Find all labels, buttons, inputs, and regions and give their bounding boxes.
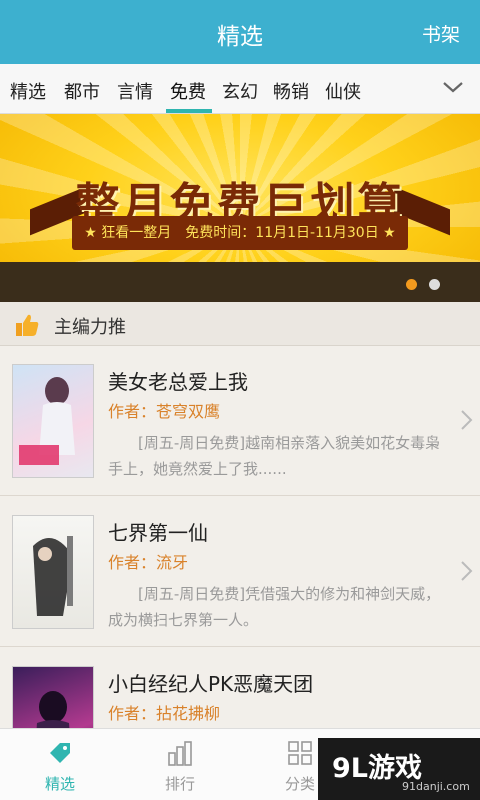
active-tab-indicator	[166, 109, 212, 113]
banner-ribbon-text: ★ 狂看一整月 免费时间：11月1日-11月30日 ★	[84, 225, 396, 241]
nav-label: 排行	[164, 775, 195, 793]
grid-icon	[288, 741, 312, 765]
category-tabs: 精选 都市 言情 免费 玄幻 畅销 仙侠	[0, 64, 480, 114]
section-header: 主编力推	[0, 302, 480, 346]
thumbs-up-icon	[16, 314, 39, 336]
book-description: [周五-周日免费]凭借强大的修为和神剑天威，成为横扫七界第一人。	[108, 585, 441, 629]
list-item[interactable]: 七界第一仙 作者：流牙 [周五-周日免费]凭借强大的修为和神剑天威，成为横扫七界…	[0, 497, 480, 647]
bar-chart-icon	[168, 741, 192, 766]
watermark-domain: 91danji.com	[402, 780, 470, 793]
tab-yanqing[interactable]: 言情	[117, 78, 153, 104]
page-title: 精选	[217, 24, 263, 50]
book-author: 作者：苍穹双鹰	[108, 402, 221, 421]
top-bar: 精选 书架	[0, 0, 480, 64]
carousel-dot[interactable]	[429, 279, 440, 290]
cover-figure-icon	[19, 377, 75, 465]
tab-xianxia[interactable]: 仙侠	[325, 78, 361, 104]
tab-jingxuan[interactable]: 精选	[10, 78, 46, 104]
book-author: 作者：拈花拂柳	[108, 704, 221, 723]
watermark-logo: 9L游戏 91danji.com	[318, 738, 480, 800]
book-cover	[12, 364, 94, 478]
list-item[interactable]: 美女老总爱上我 作者：苍穹双鹰 [周五-周日免费]越南相亲落入貌美如花女毒枭手上…	[0, 346, 480, 496]
book-cover	[12, 515, 94, 629]
chevron-right-icon	[461, 410, 473, 430]
book-description: [周五-周日免费]越南相亲落入貌美如花女毒枭手上，她竟然爱上了我......	[108, 434, 441, 478]
book-title: 美女老总爱上我	[108, 370, 248, 394]
nav-jingxuan[interactable]: 精选	[0, 729, 120, 800]
nav-paihang[interactable]: 排行	[120, 729, 240, 800]
book-title: 七界第一仙	[108, 521, 208, 545]
book-title: 小白经纪人PK恶魔天团	[108, 672, 314, 696]
tag-icon	[50, 743, 70, 763]
carousel-dot-active[interactable]	[406, 279, 417, 290]
section-title: 主编力推	[54, 317, 126, 338]
tab-dushi[interactable]: 都市	[64, 78, 100, 104]
tab-xuanhuan[interactable]: 玄幻	[222, 78, 258, 104]
bookshelf-button[interactable]: 书架	[422, 20, 460, 47]
tab-mianfei[interactable]: 免费	[170, 78, 206, 104]
nav-label: 精选	[44, 775, 75, 793]
book-author: 作者：流牙	[108, 553, 189, 572]
tab-changxiao[interactable]: 畅销	[273, 78, 309, 104]
chevron-down-icon[interactable]	[440, 74, 466, 100]
cover-figure-icon	[33, 536, 73, 616]
chevron-right-icon	[461, 561, 473, 581]
